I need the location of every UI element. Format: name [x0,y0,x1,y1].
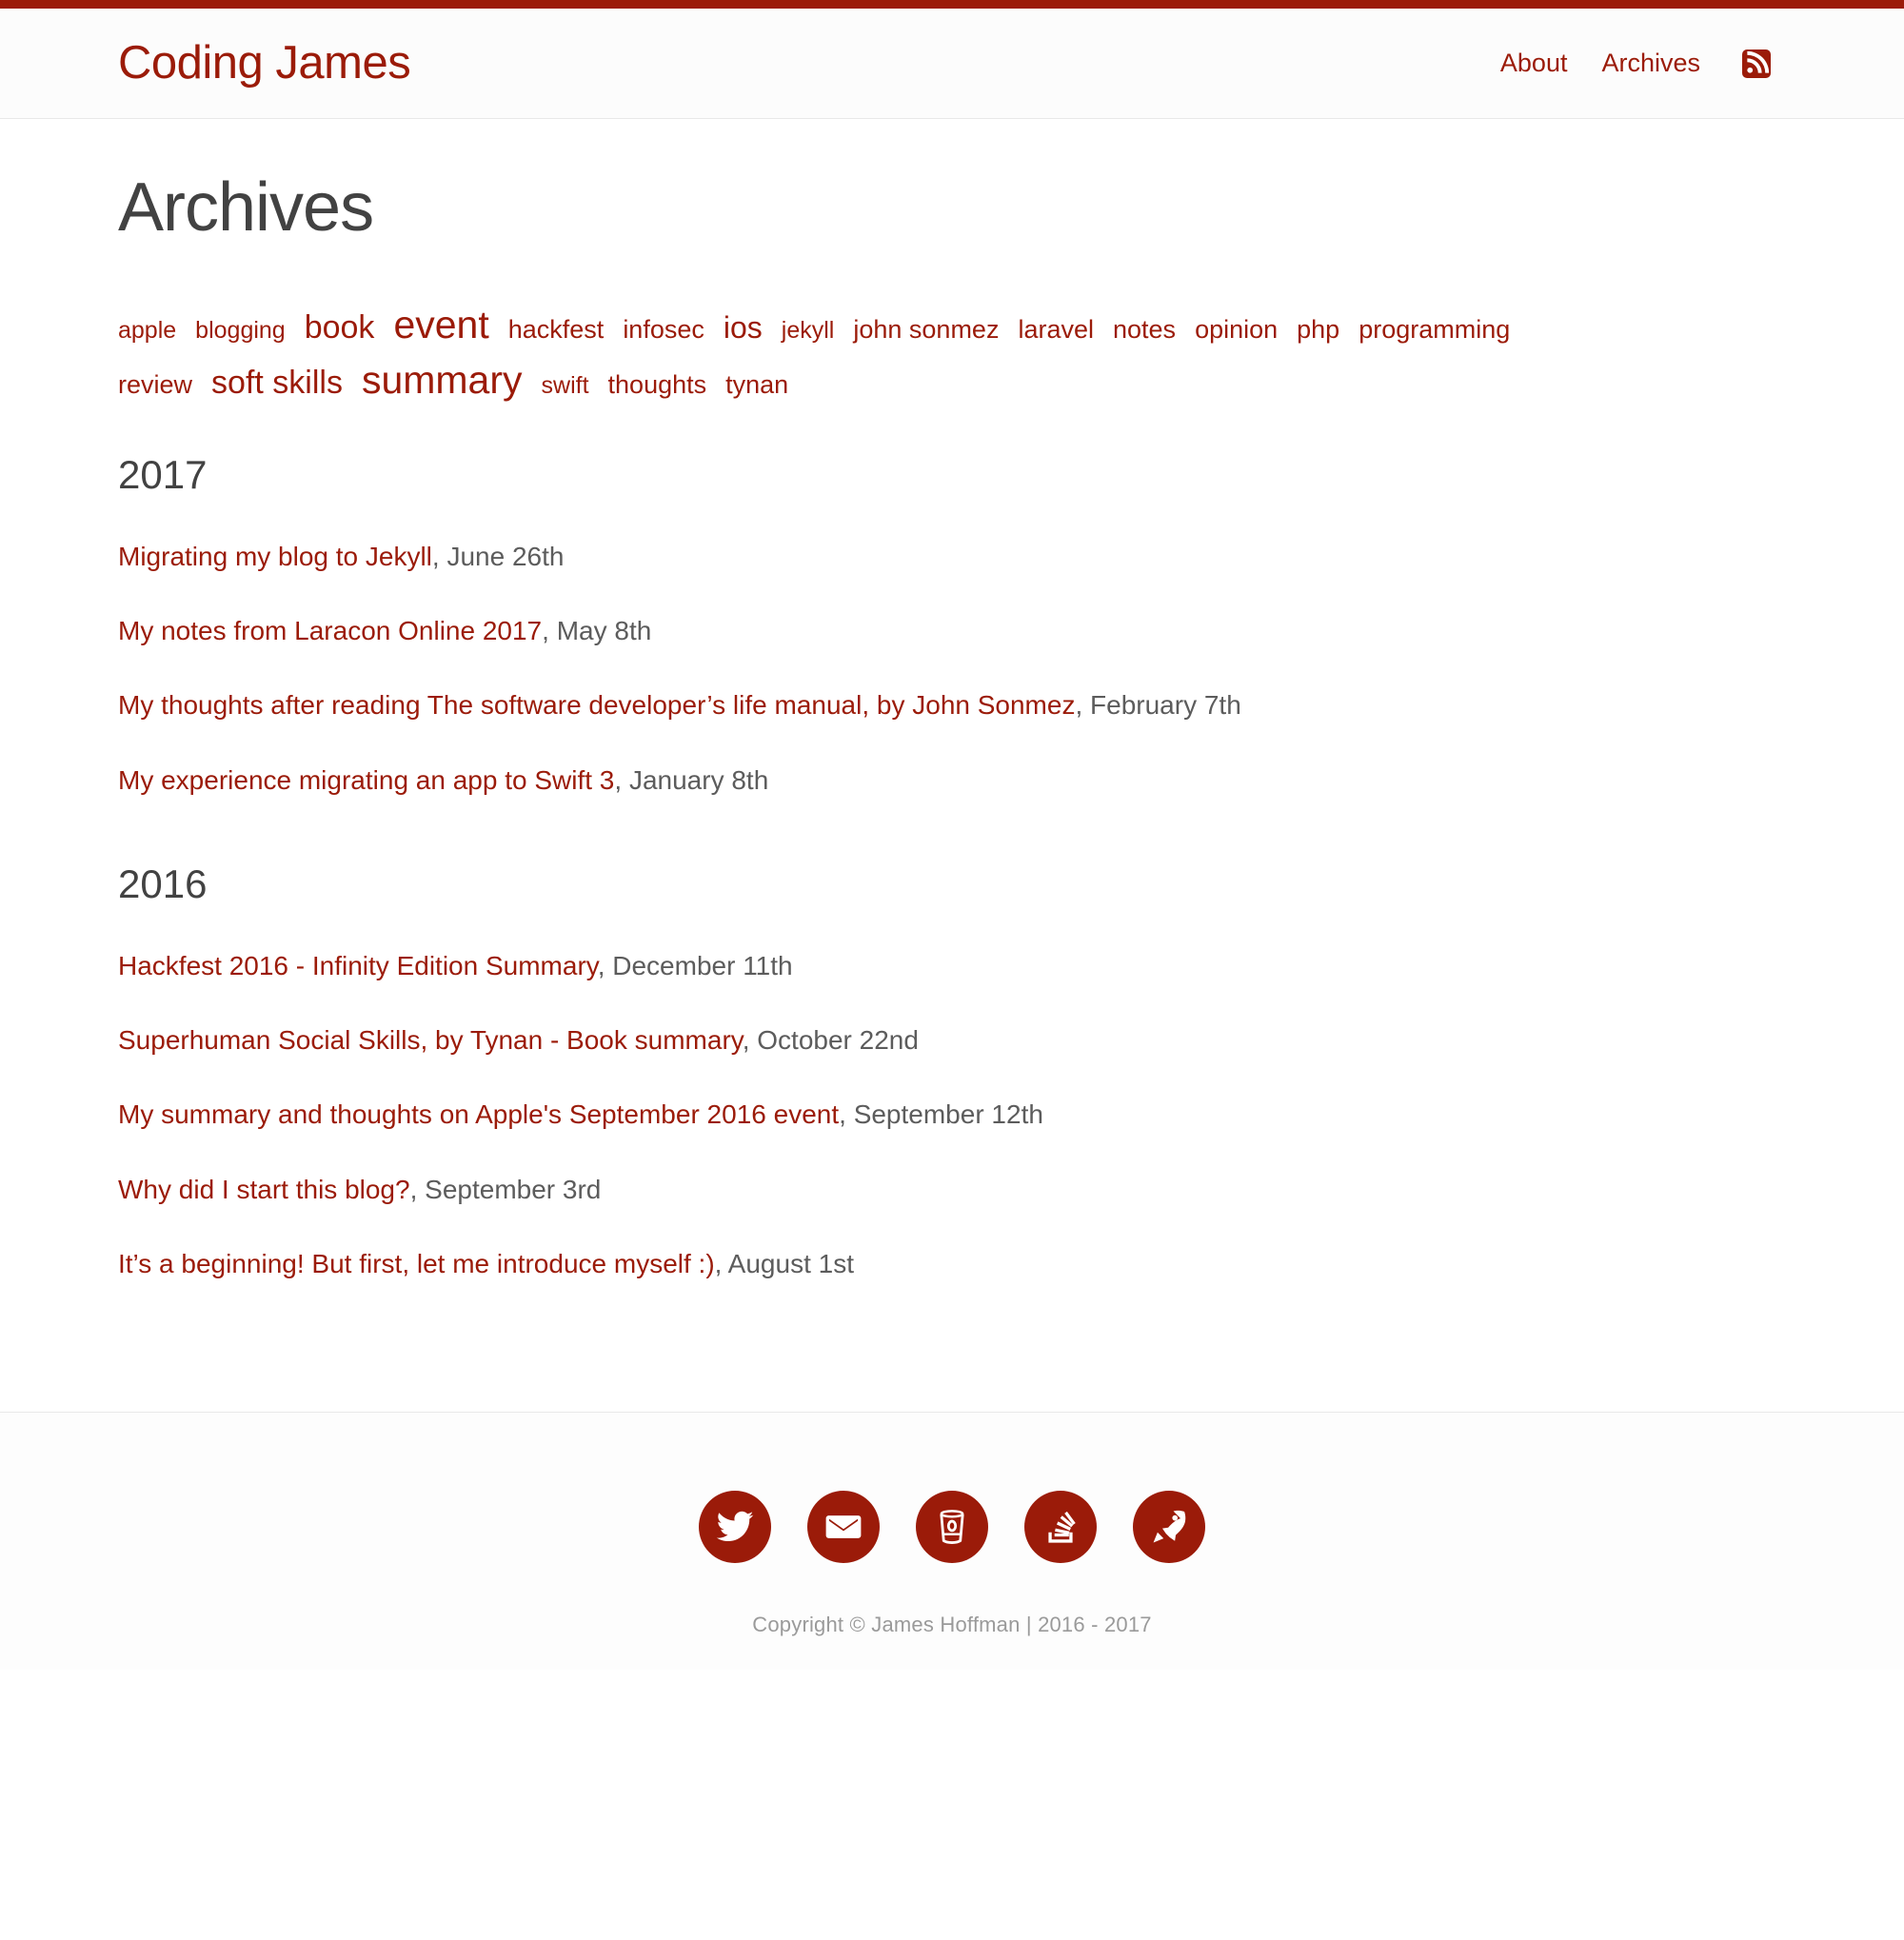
tag-link[interactable]: laravel [1018,311,1094,347]
tag-link[interactable]: notes [1113,311,1176,347]
post-date-separator: , [714,1249,728,1279]
post-title-link[interactable]: Migrating my blog to Jekyll [118,542,432,571]
post-title-link[interactable]: My summary and thoughts on Apple's Septe… [118,1099,839,1129]
content-bottom-spacer [118,1282,1790,1412]
coffee-cup-link[interactable] [916,1490,988,1563]
archive-year-section: 2017 Migrating my blog to Jekyll, June 26… [118,451,1790,798]
email-link[interactable] [807,1490,880,1563]
post-title-link[interactable]: My notes from Laracon Online 2017 [118,616,542,645]
tag-link[interactable]: jekyll [782,314,835,348]
post-title-link[interactable]: Why did I start this blog? [118,1175,410,1204]
tag-link[interactable]: soft skills [211,360,343,406]
stack-overflow-icon [1048,1511,1076,1543]
tag-link[interactable]: book [305,305,375,350]
post-date-separator: , [409,1174,426,1204]
tag-link[interactable]: php [1297,311,1339,347]
post-list-item: My summary and thoughts on Apple's Septe… [118,1098,1790,1132]
rocket-link[interactable] [1133,1490,1205,1563]
post-list: Migrating my blog to Jekyll, June 26th My… [118,540,1790,799]
post-title-link[interactable]: It’s a beginning! But first, let me intr… [118,1249,715,1278]
tag-link[interactable]: swift [542,369,589,404]
social-links-row [0,1490,1904,1563]
archive-year-section: 2016 Hackfest 2016 - Infinity Edition Sum… [118,861,1790,1281]
twitter-icon [716,1511,754,1541]
top-accent-stripe [0,0,1904,9]
post-list-item: My notes from Laracon Online 2017, May 8… [118,614,1790,648]
post-date-separator: , [542,616,557,646]
post-title-link[interactable]: Hackfest 2016 - Infinity Edition Summary [118,951,598,980]
post-title-link[interactable]: Superhuman Social Skills, by Tynan - Boo… [118,1025,743,1055]
site-title-link[interactable]: Coding James [118,40,411,87]
post-list-item: Hackfest 2016 - Infinity Edition Summary… [118,949,1790,983]
post-date-separator: , [742,1024,758,1055]
archives-sections: 2017 Migrating my blog to Jekyll, June 26… [118,451,1790,1281]
tag-link[interactable]: apple [118,314,176,348]
tag-link[interactable]: summary [362,352,523,407]
post-date-separator: , [839,1099,854,1130]
post-list-item: My thoughts after reading The software d… [118,688,1790,723]
tag-link[interactable]: infosec [623,311,704,347]
coffee-cup-icon [940,1509,964,1544]
post-date: May 8th [556,616,652,646]
post-date: February 7th [1090,690,1241,721]
nav-link-about[interactable]: About [1483,50,1585,76]
tag-link[interactable]: blogging [195,314,286,348]
post-date: August 1st [727,1249,854,1279]
copyright-text: Copyright © James Hoffman | 2016 - 2017 [752,1612,1152,1636]
main-content: Archives apple blogging book event hackfest i… [114,168,1790,1412]
tag-link[interactable]: opinion [1195,311,1278,347]
post-date-separator: , [597,950,613,980]
rss-feed-link[interactable] [1717,49,1784,78]
post-date-separator: , [614,764,629,795]
post-title-link[interactable]: My thoughts after reading The software d… [118,690,1075,720]
post-list-item: Superhuman Social Skills, by Tynan - Boo… [118,1023,1790,1058]
stack-overflow-link[interactable] [1024,1490,1097,1563]
site-footer: Copyright © James Hoffman | 2016 - 2017 [0,1411,1904,1670]
nav-link-archives[interactable]: Archives [1584,50,1717,76]
tag-link[interactable]: event [393,297,488,352]
post-date: June 26th [446,541,565,571]
tag-link[interactable]: programming [1359,311,1510,347]
tag-cloud: apple blogging book event hackfest infosec ios… [118,297,1584,407]
page-title: Archives [118,169,374,246]
site-nav: About Archives [1483,49,1784,78]
year-heading: 2017 [118,452,208,498]
post-date: December 11th [612,950,793,980]
post-list: Hackfest 2016 - Infinity Edition Summary… [118,949,1790,1282]
post-list-item: My experience migrating an app to Swift … [118,763,1790,798]
post-date: September 3rd [425,1174,602,1204]
tag-link[interactable]: tynan [725,366,788,403]
rocket-icon [1153,1510,1186,1542]
tag-link[interactable]: john sonmez [853,311,999,347]
tag-link[interactable]: thoughts [608,366,707,403]
post-date-separator: , [431,541,447,571]
site-header: Coding James About Archives [0,9,1904,119]
year-heading: 2016 [118,861,208,907]
tag-link[interactable]: ios [724,307,763,349]
post-list-item: Migrating my blog to Jekyll, June 26th [118,540,1790,574]
post-title-link[interactable]: My experience migrating an app to Swift … [118,765,614,795]
post-date: January 8th [628,764,769,795]
twitter-link[interactable] [699,1490,771,1563]
post-list-item: Why did I start this blog?, September 3r… [118,1173,1790,1207]
tag-link[interactable]: hackfest [508,311,605,347]
post-date: October 22nd [757,1024,919,1055]
header-inner: Coding James About Archives [114,40,1790,87]
post-date-separator: , [1075,690,1091,721]
tag-link[interactable]: review [118,366,192,403]
post-date: September 12th [853,1099,1043,1130]
post-list-item: It’s a beginning! But first, let me intr… [118,1247,1790,1281]
email-icon [825,1514,862,1538]
rss-feed-icon [1742,49,1771,78]
